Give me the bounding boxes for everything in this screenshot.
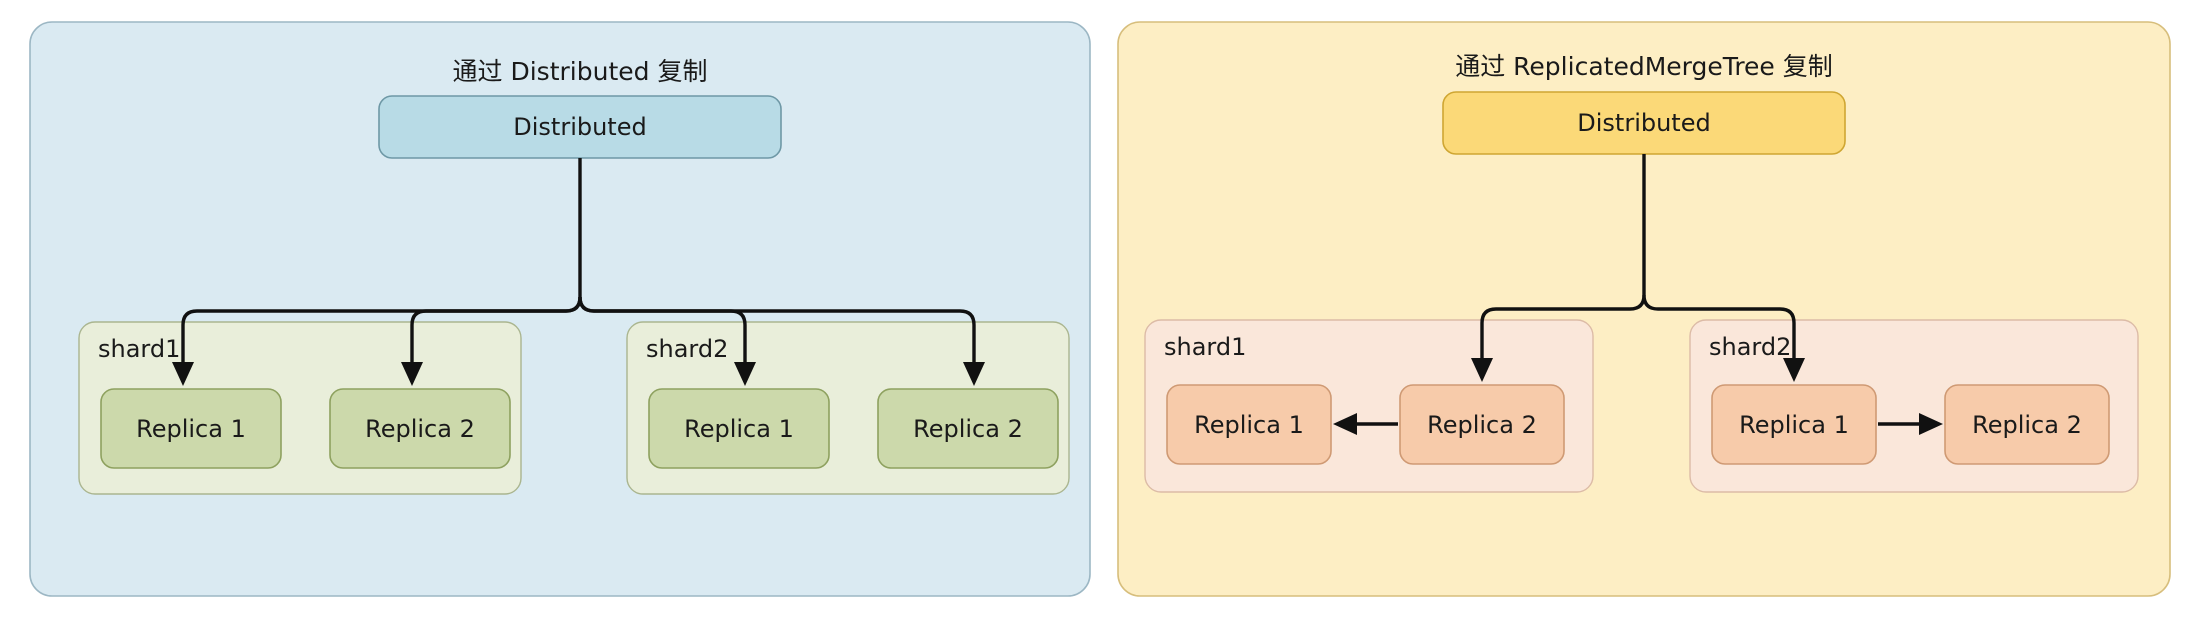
panel-title-replicatedmergetree: 通过 ReplicatedMergeTree 复制 [1455, 52, 1833, 81]
node-shard1-replica1-right-label: Replica 1 [1194, 411, 1304, 439]
node-shard2-replica2-right-label: Replica 2 [1972, 411, 2082, 439]
group-shard2-right-label: shard2 [1709, 333, 1791, 361]
right-panel-layer: 通过 ReplicatedMergeTree 复制 Distributed sh… [1117, 21, 2171, 597]
node-distributed-root-right-label: Distributed [1577, 109, 1710, 137]
node-shard2-replica1-right-label: Replica 1 [1739, 411, 1849, 439]
diagram-root: 通过 Distributed 复制 Distributed shard1 Rep… [0, 0, 2200, 618]
group-shard1-right-label: shard1 [1164, 333, 1246, 361]
node-shard1-replica2-right-label: Replica 2 [1427, 411, 1537, 439]
